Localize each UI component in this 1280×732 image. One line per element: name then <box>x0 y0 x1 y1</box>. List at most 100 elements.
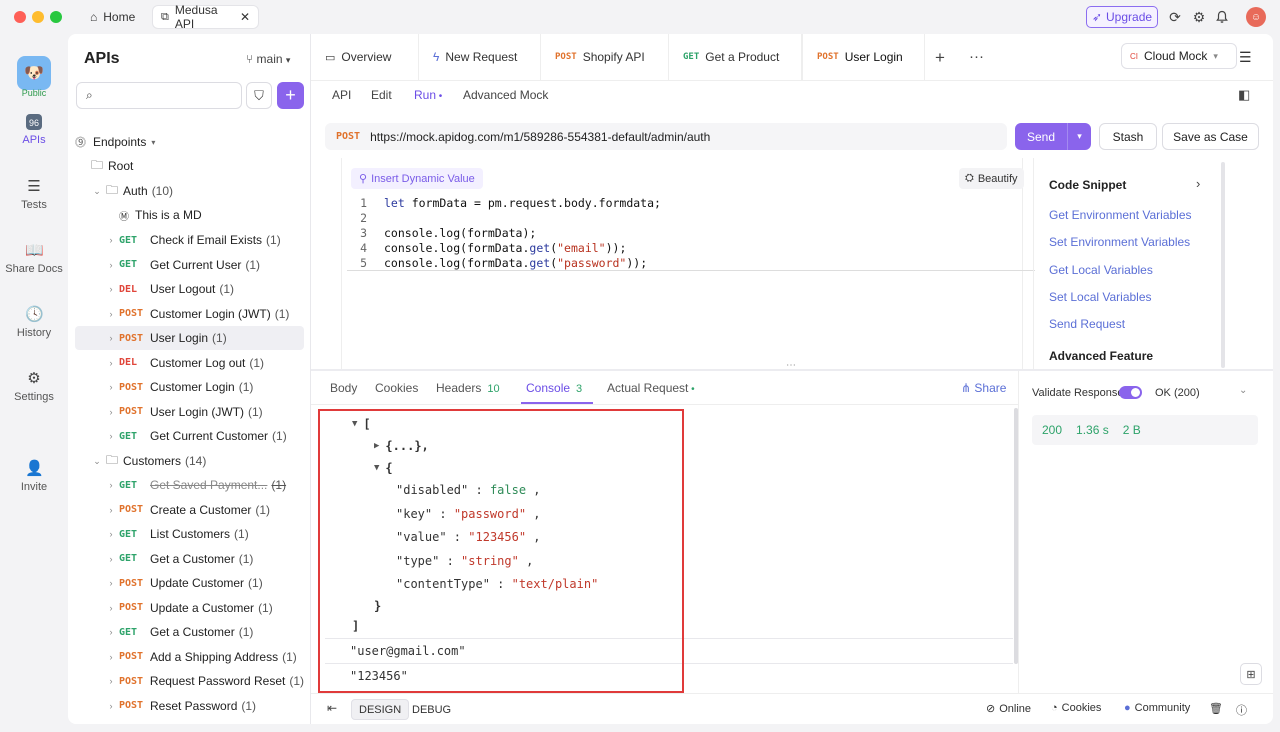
tab-new-request[interactable]: ϟ New Request <box>419 34 541 80</box>
gear-icon[interactable]: ⚙ <box>1191 9 1207 25</box>
endpoint-item[interactable]: › POST User Login (1) <box>75 326 304 350</box>
chevron-right-icon: › <box>109 700 113 711</box>
endpoint-item[interactable]: › POST Request Password Reset (1) <box>75 669 304 693</box>
share-button[interactable]: ⋔ Share <box>961 381 1006 395</box>
subtab-advanced-mock[interactable]: Advanced Mock <box>463 88 548 102</box>
validate-response-toggle[interactable] <box>1119 386 1142 399</box>
design-mode-button[interactable]: DESIGN <box>351 699 410 720</box>
insert-dynamic-value-button[interactable]: ⚲ Insert Dynamic Value <box>351 168 483 189</box>
endpoint-item[interactable]: › DEL User Logout (1) <box>75 277 304 301</box>
resp-tab-body[interactable]: Body <box>330 381 357 395</box>
rail-item-apis[interactable]: 96 APIs <box>0 114 68 146</box>
endpoint-item[interactable]: › POST Reset Password (1) <box>75 694 304 718</box>
expected-status[interactable]: OK (200) <box>1155 387 1200 399</box>
minimize-window-button[interactable] <box>32 11 44 23</box>
collapse-sidebar-icon[interactable]: ⇤ <box>327 701 337 715</box>
close-window-button[interactable] <box>14 11 26 23</box>
rocket-icon: ➶ <box>1091 10 1103 24</box>
resp-tab-actual-request[interactable]: Actual Request • <box>607 381 695 395</box>
snippet-get-local-vars[interactable]: Get Local Variables <box>1049 263 1153 277</box>
root-folder[interactable]: 🗀 Root <box>75 154 304 178</box>
endpoint-item[interactable]: › POST Update Customer (1) <box>75 571 304 595</box>
folder-customers[interactable]: ⌄ 🗀 Customers (14) <box>75 449 304 473</box>
tab-user-login[interactable]: POST User Login <box>802 34 925 80</box>
refresh-icon[interactable]: ⟳ <box>1167 9 1183 25</box>
debug-mode-button[interactable]: DEBUG <box>405 699 458 720</box>
folder-auth[interactable]: ⌄ 🗀 Auth (10) <box>75 179 304 203</box>
endpoint-item[interactable]: › POST User Login (JWT) (1) <box>75 400 304 424</box>
code-snippet-title[interactable]: Code Snippet <box>1049 178 1126 192</box>
resp-tab-headers[interactable]: Headers 10 <box>436 381 500 395</box>
chevron-right-icon[interactable]: › <box>1196 176 1200 191</box>
endpoint-item[interactable]: › GET Get a Customer (1) <box>75 547 304 571</box>
rail-item-settings[interactable]: ⚙ Settings <box>0 369 68 403</box>
more-tabs-button[interactable]: ··· <box>969 48 984 65</box>
resp-tab-cookies[interactable]: Cookies <box>375 381 418 395</box>
layout-toggle-button[interactable]: ⊞ <box>1240 663 1262 685</box>
toggle-panel-icon[interactable]: ◧ <box>1238 87 1250 103</box>
home-icon: ⌂ <box>90 10 98 24</box>
request-method[interactable]: POST <box>325 131 370 142</box>
snippet-send-request[interactable]: Send Request <box>1049 317 1125 331</box>
md-doc-item[interactable]: Ⓜ This is a MD <box>75 203 304 227</box>
cookies-button[interactable]: ◔ Cookies <box>1051 702 1101 714</box>
endpoint-item[interactable]: › GET Get a Customer (1) <box>75 620 304 644</box>
chevron-down-icon[interactable]: ⌄ <box>1239 385 1247 396</box>
endpoint-item[interactable]: › GET Get Current User (1) <box>75 253 304 277</box>
endpoints-header[interactable]: ⓽ Endpoints ▾ <box>75 130 304 154</box>
close-tab-icon[interactable]: ✕ <box>240 10 250 24</box>
home-tab[interactable]: ⌂ Home <box>82 5 143 29</box>
endpoint-item[interactable]: › POST Create a Customer (1) <box>75 498 304 522</box>
rail-item-invite[interactable]: 👤 Invite <box>0 459 68 493</box>
user-avatar[interactable]: ☺ <box>1246 7 1266 27</box>
online-status[interactable]: ⊘ Online <box>986 702 1031 716</box>
upgrade-button[interactable]: ➶ Upgrade <box>1086 6 1158 28</box>
environment-selector[interactable]: CI Cloud Mock ▾ <box>1121 43 1237 69</box>
endpoint-item[interactable]: › GET Check if Email Exists (1) <box>75 228 304 252</box>
tab-get-a-product[interactable]: GET Get a Product <box>669 34 802 80</box>
stash-button[interactable]: Stash <box>1099 123 1157 150</box>
endpoint-item[interactable]: › GET Get Saved Payment... (1) <box>75 473 304 497</box>
snippet-set-env-vars[interactable]: Set Environment Variables <box>1049 235 1190 249</box>
community-button[interactable]: ● Community <box>1124 702 1190 714</box>
rail-item-tests[interactable]: ☰ Tests <box>0 177 68 211</box>
tab-shopify-api[interactable]: POST Shopify API <box>541 34 669 80</box>
menu-button[interactable]: ☰ <box>1239 49 1252 66</box>
add-button[interactable]: + <box>277 82 304 109</box>
rail-item-share-docs[interactable]: 📖 Share Docs <box>0 241 68 275</box>
snippet-get-env-vars[interactable]: Get Environment Variables <box>1049 208 1192 222</box>
subtab-run[interactable]: Run • <box>414 88 442 102</box>
project-tab[interactable]: ⧉ Medusa API ✕ <box>152 3 259 31</box>
endpoint-item[interactable]: › GET Get Current Customer (1) <box>75 424 304 448</box>
new-tab-button[interactable]: + <box>935 48 945 68</box>
maximize-window-button[interactable] <box>50 11 62 23</box>
help-icon[interactable]: ⓘ <box>1236 702 1247 718</box>
branch-selector[interactable]: ⑂ main ▾ <box>246 52 290 66</box>
filter-button[interactable]: ⛉ <box>246 82 272 109</box>
endpoint-item[interactable]: › DEL Customer Log out (1) <box>75 351 304 375</box>
beautify-button[interactable]: ⛭ Beautify <box>959 168 1024 189</box>
bell-icon[interactable] <box>1214 9 1230 25</box>
url-input[interactable]: https://mock.apidog.com/m1/589286-554381… <box>370 130 710 144</box>
drag-handle-icon[interactable]: ⋯ <box>786 360 796 371</box>
endpoint-item[interactable]: › POST Update a Customer (1) <box>75 596 304 620</box>
endpoint-item[interactable]: › POST Customer Login (1) <box>75 375 304 399</box>
snippet-scrollbar[interactable] <box>1221 162 1225 368</box>
subtab-edit[interactable]: Edit <box>371 88 392 102</box>
url-bar[interactable]: POST https://mock.apidog.com/m1/589286-5… <box>325 123 1007 150</box>
search-input[interactable]: ⌕ <box>76 82 242 109</box>
snippet-set-local-vars[interactable]: Set Local Variables <box>1049 290 1152 304</box>
endpoint-item[interactable]: › POST Add a Shipping Address (1) <box>75 645 304 669</box>
console-scrollbar[interactable] <box>1014 408 1018 664</box>
resp-tab-console[interactable]: Console 3 <box>526 381 582 395</box>
send-button[interactable]: Send ▾ <box>1015 123 1091 150</box>
subtab-api[interactable]: API <box>332 88 351 102</box>
trash-icon[interactable]: 🗑 <box>1209 702 1223 715</box>
save-as-case-button[interactable]: Save as Case <box>1162 123 1259 150</box>
project-avatar[interactable]: 🐶 <box>17 56 51 90</box>
chevron-down-icon[interactable]: ▾ <box>1067 123 1091 150</box>
endpoint-item[interactable]: › POST Customer Login (JWT) (1) <box>75 302 304 326</box>
tab-overview[interactable]: ▭ Overview <box>311 34 419 80</box>
rail-item-history[interactable]: 🕓 History <box>0 305 68 339</box>
endpoint-item[interactable]: › GET List Customers (1) <box>75 522 304 546</box>
